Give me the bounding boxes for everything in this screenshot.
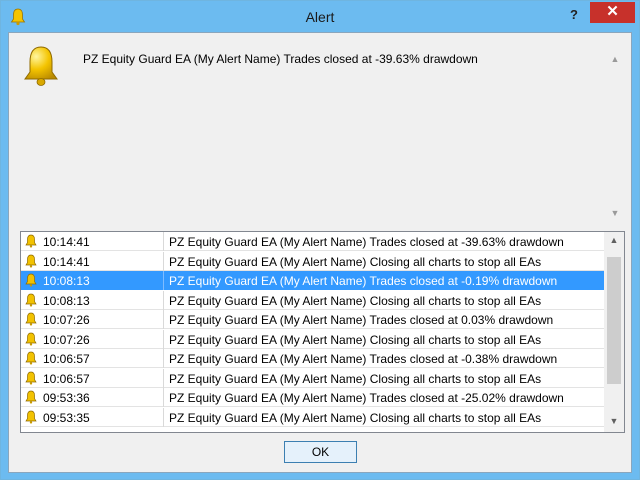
bell-icon	[25, 254, 37, 268]
dialog-body: PZ Equity Guard EA (My Alert Name) Trade…	[8, 32, 632, 473]
alert-time: 09:53:36	[43, 391, 90, 405]
close-button[interactable]: ✕	[590, 2, 635, 23]
alert-text: PZ Equity Guard EA (My Alert Name) Closi…	[169, 332, 542, 347]
table-row[interactable]: 10:08:13 PZ Equity Guard EA (My Alert Nam…	[21, 271, 604, 290]
bell-icon	[24, 46, 58, 86]
alert-message: PZ Equity Guard EA (My Alert Name) Trade…	[83, 52, 478, 66]
column-divider	[163, 407, 164, 427]
alert-text: PZ Equity Guard EA (My Alert Name) Trade…	[169, 274, 558, 288]
column-divider	[163, 232, 164, 251]
column-divider	[163, 368, 164, 388]
bell-icon	[25, 390, 37, 404]
scroll-thumb[interactable]	[607, 257, 621, 384]
alert-time: 10:07:26	[43, 313, 90, 327]
table-row[interactable]: 09:53:36 PZ Equity Guard EA (My Alert Nam…	[21, 388, 604, 407]
ok-button[interactable]: OK	[284, 441, 357, 463]
alert-time: 10:08:13	[43, 274, 90, 288]
help-button[interactable]: ?	[563, 5, 585, 25]
table-row[interactable]: 09:53:35 PZ Equity Guard EA (My Alert Nam…	[21, 407, 604, 427]
window-title: Alert	[305, 9, 335, 25]
bell-icon	[25, 332, 37, 346]
table-row[interactable]: 10:14:41 PZ Equity Guard EA (My Alert Nam…	[21, 232, 604, 251]
column-divider	[163, 329, 164, 349]
alert-time: 10:14:41	[43, 235, 90, 249]
message-scroll-down-icon[interactable]: ▼	[609, 208, 621, 218]
bell-icon	[25, 312, 37, 326]
scroll-down-icon[interactable]: ▼	[604, 413, 624, 430]
alert-time: 10:08:13	[43, 293, 90, 308]
scroll-up-icon[interactable]: ▲	[604, 232, 624, 249]
table-row[interactable]: 10:08:13 PZ Equity Guard EA (My Alert Nam…	[21, 290, 604, 310]
alert-text: PZ Equity Guard EA (My Alert Name) Trade…	[169, 235, 564, 249]
alert-time: 09:53:35	[43, 410, 90, 425]
column-divider	[163, 388, 164, 407]
column-divider	[163, 251, 164, 271]
alert-time: 10:06:57	[43, 352, 90, 366]
bell-icon	[25, 273, 37, 287]
alert-text: PZ Equity Guard EA (My Alert Name) Trade…	[169, 391, 564, 405]
alert-text: PZ Equity Guard EA (My Alert Name) Closi…	[169, 371, 542, 386]
bell-icon	[25, 371, 37, 385]
table-row[interactable]: 10:06:57 PZ Equity Guard EA (My Alert Nam…	[21, 349, 604, 368]
alert-time: 10:07:26	[43, 332, 90, 347]
column-divider	[163, 290, 164, 310]
bell-icon	[25, 351, 37, 365]
table-row[interactable]: 10:06:57 PZ Equity Guard EA (My Alert Nam…	[21, 368, 604, 388]
alert-time: 10:14:41	[43, 254, 90, 269]
column-divider	[163, 271, 164, 290]
column-divider	[163, 349, 164, 368]
alert-time: 10:06:57	[43, 371, 90, 386]
table-row[interactable]: 10:14:41 PZ Equity Guard EA (My Alert Nam…	[21, 251, 604, 271]
bell-icon	[25, 234, 37, 248]
bell-icon	[25, 410, 37, 424]
list-scrollbar[interactable]: ▲ ▼	[604, 232, 624, 432]
title-bar[interactable]: Alert ? ✕	[1, 1, 639, 33]
message-area: PZ Equity Guard EA (My Alert Name) Trade…	[11, 36, 631, 226]
alert-window: Alert ? ✕ PZ Equity Guard EA (My Alert N…	[0, 0, 640, 480]
alert-text: PZ Equity Guard EA (My Alert Name) Closi…	[169, 254, 542, 269]
table-row[interactable]: 10:07:26 PZ Equity Guard EA (My Alert Nam…	[21, 310, 604, 329]
column-divider	[163, 310, 164, 329]
alert-text: PZ Equity Guard EA (My Alert Name) Closi…	[169, 410, 542, 425]
alert-text: PZ Equity Guard EA (My Alert Name) Trade…	[169, 313, 554, 327]
table-row[interactable]: 10:07:26 PZ Equity Guard EA (My Alert Nam…	[21, 329, 604, 349]
alert-history-list[interactable]: 10:14:41 PZ Equity Guard EA (My Alert Nam…	[20, 231, 625, 433]
alert-text: PZ Equity Guard EA (My Alert Name) Closi…	[169, 293, 542, 308]
bell-icon	[25, 293, 37, 307]
message-scroll-up-icon[interactable]: ▲	[609, 54, 621, 64]
alert-text: PZ Equity Guard EA (My Alert Name) Trade…	[169, 352, 558, 366]
